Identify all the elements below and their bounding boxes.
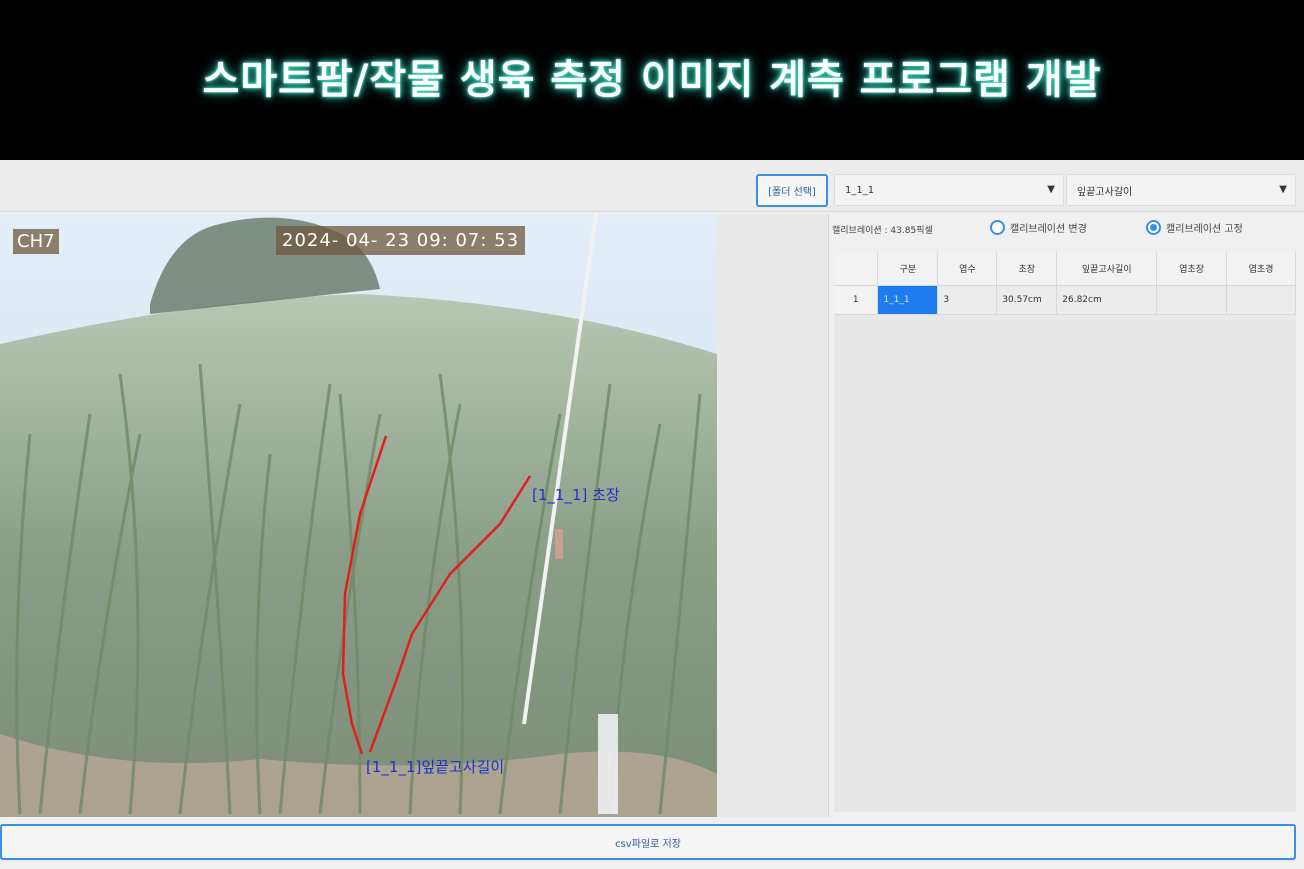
sample-select-value: 1_1_1 [845,184,875,196]
timestamp-label: 2024- 04- 23 09: 07: 53 [276,226,526,255]
title-banner: 스마트팜/작물 생육 측정 이미지 계측 프로그램 개발 [0,0,1304,160]
metric-select[interactable]: 잎끝고사길이 ▼ [1066,174,1296,206]
calibration-value: 캘리브레이션 : 43.85픽셀 [832,226,933,236]
calibration-fixed-label: 캘리브레이션 고정 [1166,224,1243,235]
column-header[interactable] [834,252,879,286]
table-cell[interactable] [1156,285,1228,315]
chevron-down-icon: ▼ [1047,184,1055,195]
calibration-change-label: 캘리브레이션 변경 [1010,224,1087,235]
camera-image-panel[interactable]: CH7 2024- 04- 23 09: 07: 53 [1_1_1] 초장 [… [0,214,717,817]
column-header[interactable]: 엽수 [937,252,998,286]
radio-checked-icon [1146,220,1161,235]
table-cell[interactable]: 1_1_1 [877,285,939,315]
table-cell[interactable]: 3 [937,285,998,315]
table-header-row: 구분 엽수 초장 잎끝고사길이 엽초장 엽초경 [834,252,1296,286]
channel-label: CH7 [13,229,59,254]
measurement-table: 구분 엽수 초장 잎끝고사길이 엽초장 엽초경 1 1_1_1 3 30.57c… [834,252,1296,315]
metric-select-value: 잎끝고사길이 [1077,186,1133,198]
table-cell[interactable]: 26.82cm [1056,285,1158,315]
leaf-tip-overlay-label: [1_1_1]잎끝고사길이 [366,758,505,776]
calibration-row: 캘리브레이션 : 43.85픽셀 캘리브레이션 변경 캘리브레이션 고정 [832,218,1302,240]
column-header[interactable]: 초장 [996,252,1058,286]
measurement-table-panel: 구분 엽수 초장 잎끝고사길이 엽초장 엽초경 1 1_1_1 3 30.57c… [834,252,1296,812]
calibration-fixed-radio[interactable]: 캘리브레이션 고정 [1146,220,1243,235]
height-overlay-label: [1_1_1] 초장 [532,486,620,504]
banner-title: 스마트팜/작물 생육 측정 이미지 계측 프로그램 개발 [202,57,1102,103]
column-header[interactable]: 잎끝고사길이 [1056,252,1158,286]
column-header[interactable]: 구분 [877,252,939,286]
table-cell[interactable]: 30.57cm [996,285,1058,315]
column-header[interactable]: 엽초장 [1156,252,1228,286]
crop-photo [0,214,717,817]
table-cell[interactable]: 1 [834,285,879,315]
image-scroll-area [717,214,829,817]
column-header[interactable]: 엽초경 [1226,252,1296,286]
radio-unchecked-icon [990,220,1005,235]
toolbar: [폴더 선택] 1_1_1 ▼ 잎끝고사길이 ▼ [0,160,1304,212]
folder-select-button[interactable]: [폴더 선택] [756,174,828,207]
table-row[interactable]: 1 1_1_1 3 30.57cm 26.82cm [834,285,1296,315]
save-csv-button[interactable]: csv파일로 저장 [0,824,1296,860]
calibration-change-radio[interactable]: 캘리브레이션 변경 [990,220,1087,235]
table-cell[interactable] [1226,285,1296,315]
chevron-down-icon: ▼ [1279,184,1287,195]
app-window: [폴더 선택] 1_1_1 ▼ 잎끝고사길이 ▼ CH7 2024- 04- 2… [0,160,1304,869]
sample-select[interactable]: 1_1_1 ▼ [834,174,1064,206]
